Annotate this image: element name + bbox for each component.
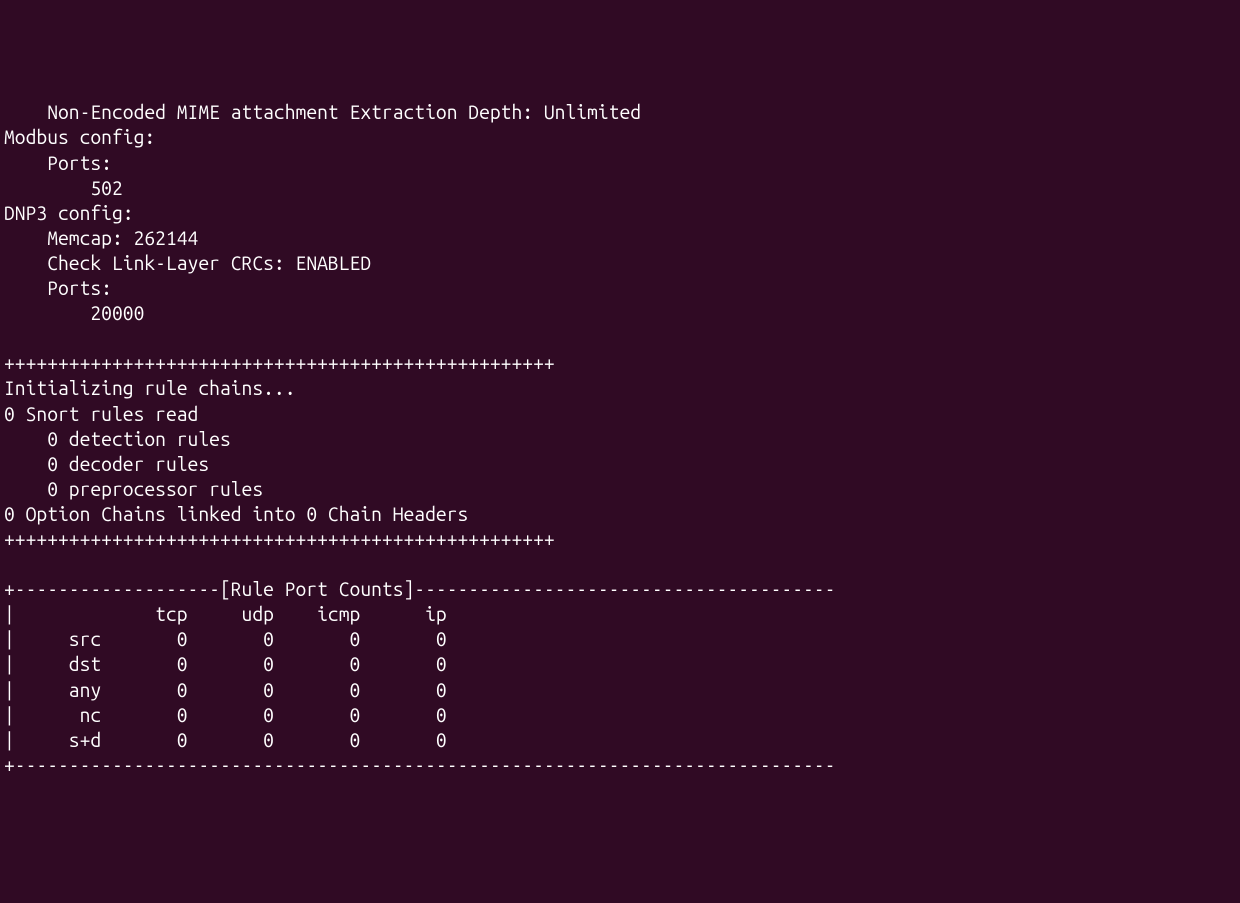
- snort-rules-read: 0 Snort rules read: [4, 403, 198, 425]
- mime-depth-line: Non-Encoded MIME attachment Extraction D…: [4, 101, 641, 123]
- table-top-border: +-------------------[Rule Port Counts]--…: [4, 578, 835, 600]
- modbus-config-header: Modbus config:: [4, 126, 155, 148]
- separator-plus: ++++++++++++++++++++++++++++++++++++++++…: [4, 352, 555, 374]
- table-header-row: | tcp udp icmp ip: [4, 603, 447, 625]
- dnp3-memcap: Memcap: 262144: [4, 227, 198, 249]
- dnp3-port-value: 20000: [4, 302, 144, 324]
- table-row: | any 0 0 0 0: [4, 679, 447, 701]
- modbus-ports-label: Ports:: [4, 152, 112, 174]
- decoder-rules: 0 decoder rules: [4, 453, 209, 475]
- table-row: | dst 0 0 0 0: [4, 653, 447, 675]
- separator-plus: ++++++++++++++++++++++++++++++++++++++++…: [4, 528, 555, 550]
- dnp3-ports-label: Ports:: [4, 277, 112, 299]
- table-row: | src 0 0 0 0: [4, 628, 447, 650]
- init-rule-chains: Initializing rule chains...: [4, 377, 296, 399]
- dnp3-config-header: DNP3 config:: [4, 202, 134, 224]
- modbus-port-value: 502: [4, 177, 123, 199]
- dnp3-crc: Check Link-Layer CRCs: ENABLED: [4, 252, 371, 274]
- table-row: | s+d 0 0 0 0: [4, 729, 447, 751]
- option-chains: 0 Option Chains linked into 0 Chain Head…: [4, 503, 468, 525]
- preprocessor-rules: 0 preprocessor rules: [4, 478, 263, 500]
- terminal-output[interactable]: Non-Encoded MIME attachment Extraction D…: [4, 100, 1236, 778]
- detection-rules: 0 detection rules: [4, 428, 231, 450]
- table-row: | nc 0 0 0 0: [4, 704, 447, 726]
- table-bottom-border: +---------------------------------------…: [4, 754, 835, 776]
